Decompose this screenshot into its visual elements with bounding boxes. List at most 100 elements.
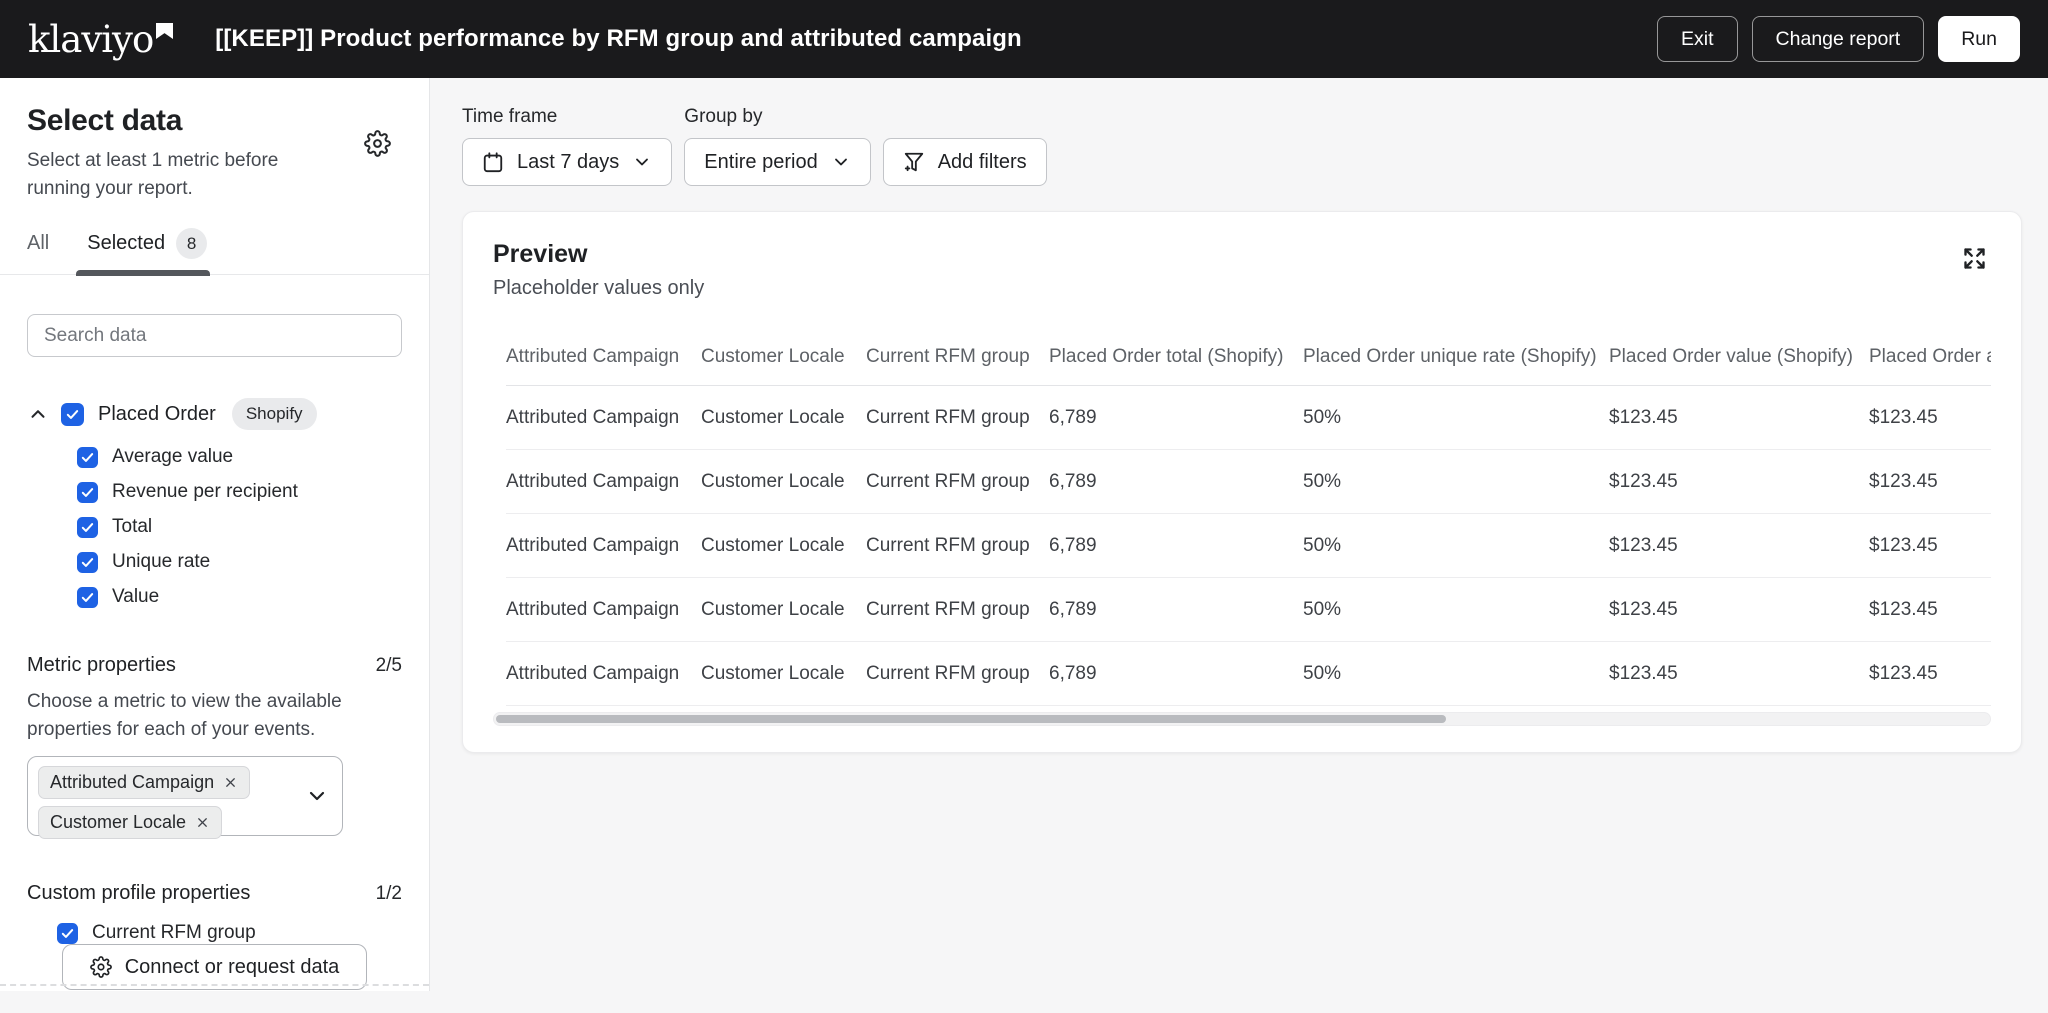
checkbox-checked[interactable] [77,587,98,608]
table-cell: Customer Locale [701,599,866,621]
table-cell: $123.45 [1869,471,1991,493]
column-header[interactable]: Placed Order average value (Shopify) [1869,346,1991,385]
table-cell: 50% [1303,471,1609,493]
metric-child-row: Average value [77,446,402,468]
column-header[interactable]: Customer Locale [701,346,866,385]
table-cell: Current RFM group [866,599,1049,621]
exit-button[interactable]: Exit [1657,16,1738,62]
metric-properties-multiselect[interactable]: Attributed Campaign Customer Locale [27,756,343,836]
chevron-down-icon [632,152,652,172]
group-by-dropdown[interactable]: Entire period [684,138,870,186]
table-cell: 6,789 [1049,599,1303,621]
calendar-icon [482,151,504,173]
group-by-value: Entire period [704,151,817,174]
table-body: Attributed CampaignCustomer LocaleCurren… [506,386,1991,706]
chevron-down-icon[interactable] [305,784,329,808]
metric-children: Average value Revenue per recipient Tota… [77,446,402,608]
table-cell: 50% [1303,599,1609,621]
table-cell: 50% [1303,407,1609,429]
sidebar-subtitle: Select at least 1 metric before running … [27,147,342,202]
table-cell: Current RFM group [866,663,1049,685]
metric-group-row: Placed Order Shopify [27,398,402,430]
table-cell: 6,789 [1049,535,1303,557]
metric-properties-description: Choose a metric to view the available pr… [27,688,362,743]
checkbox-checked[interactable] [77,447,98,468]
klaviyo-logo[interactable]: klaviyo [28,21,173,58]
sidebar-tabs: All Selected 8 [0,228,429,275]
table-row: Attributed CampaignCustomer LocaleCurren… [506,386,1991,450]
metric-properties-header: Metric properties 2/5 [27,654,402,677]
table-cell: $123.45 [1869,663,1991,685]
column-header[interactable]: Placed Order value (Shopify) [1609,346,1869,385]
add-filters-label: Add filters [938,151,1027,174]
checkbox-checked[interactable] [77,552,98,573]
horizontal-scrollbar-track[interactable] [493,712,1991,726]
table-header-row: Attributed CampaignCustomer LocaleCurren… [506,346,1991,386]
metric-child-label: Average value [112,446,233,468]
table-row: Attributed CampaignCustomer LocaleCurren… [506,514,1991,578]
table-cell: Attributed Campaign [506,599,701,621]
remove-tag-icon[interactable] [223,775,238,790]
table-cell: $123.45 [1869,535,1991,557]
table-cell: Current RFM group [866,407,1049,429]
klaviyo-flag-icon [156,23,173,40]
custom-profile-count: 1/2 [376,883,402,905]
chevron-down-icon [831,152,851,172]
checkbox-checked[interactable] [57,923,78,944]
selected-count-badge: 8 [176,228,207,259]
column-header[interactable]: Current RFM group [866,346,1049,385]
column-header[interactable]: Placed Order unique rate (Shopify) [1303,346,1609,385]
table-cell: $123.45 [1609,407,1869,429]
expand-fullscreen-icon[interactable] [1961,245,1988,272]
metric-child-label: Unique rate [112,551,210,573]
connect-wrap: Connect or request data [27,944,402,1013]
table-row: Attributed CampaignCustomer LocaleCurren… [506,450,1991,514]
time-frame-value: Last 7 days [517,151,619,174]
collapse-chevron-up-icon[interactable] [27,403,49,425]
metric-group-checkbox-checked[interactable] [61,403,84,426]
table-cell: Attributed Campaign [506,663,701,685]
table-cell: $123.45 [1869,599,1991,621]
preview-title: Preview [493,240,1991,269]
table-cell: $123.45 [1609,471,1869,493]
tab-all-label: All [27,232,49,255]
klaviyo-logo-text: klaviyo [28,21,153,58]
connect-or-request-data-button[interactable]: Connect or request data [62,944,368,990]
tab-selected[interactable]: Selected 8 [87,228,207,274]
remove-tag-icon[interactable] [195,815,210,830]
checkbox-checked[interactable] [77,517,98,538]
table-cell: 6,789 [1049,407,1303,429]
tab-all[interactable]: All [27,228,49,274]
search-wrap [27,314,402,357]
table-cell: $123.45 [1609,663,1869,685]
column-header[interactable]: Attributed Campaign [506,346,701,385]
sidebar-settings-gear-icon[interactable] [364,130,391,157]
selected-property-tag: Customer Locale [38,806,222,839]
column-header[interactable]: Placed Order total (Shopify) [1049,346,1303,385]
table-cell: $123.45 [1609,599,1869,621]
metric-properties-count: 2/5 [376,655,402,677]
select-data-sidebar: Select data Select at least 1 metric bef… [0,78,430,991]
custom-profile-item-label: Current RFM group [92,922,256,944]
run-button[interactable]: Run [1938,16,2020,62]
table-cell: Customer Locale [701,471,866,493]
time-frame-dropdown[interactable]: Last 7 days [462,138,672,186]
metric-child-row: Total [77,516,402,538]
main-area: Time frame Last 7 days Group by Entire p… [430,78,2048,991]
search-data-input[interactable] [27,314,402,357]
tab-selected-label: Selected [87,232,165,255]
table-cell: 6,789 [1049,663,1303,685]
table-row: Attributed CampaignCustomer LocaleCurren… [506,578,1991,642]
connect-button-label: Connect or request data [125,956,340,979]
table-cell: Current RFM group [866,471,1049,493]
table-cell: 50% [1303,535,1609,557]
report-controls: Time frame Last 7 days Group by Entire p… [462,106,2022,186]
horizontal-scrollbar-thumb[interactable] [496,715,1446,723]
preview-subtitle: Placeholder values only [493,277,1991,300]
tag-label: Attributed Campaign [50,772,214,793]
metric-child-label: Total [112,516,152,538]
table-cell: Current RFM group [866,535,1049,557]
checkbox-checked[interactable] [77,482,98,503]
change-report-button[interactable]: Change report [1752,16,1925,62]
add-filters-button[interactable]: Add filters [883,138,1047,186]
